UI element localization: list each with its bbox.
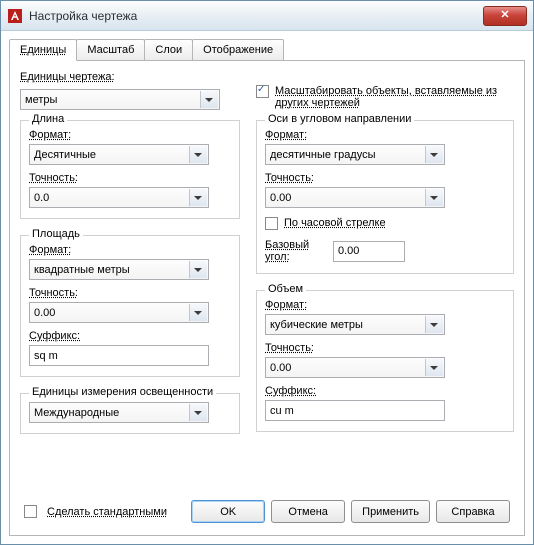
area-format-select[interactable]: квадратные метры <box>29 259 209 280</box>
angular-group: Оси в угловом направлении Формат: десяти… <box>256 120 514 274</box>
scale-on-insert-label: Масштабировать объекты, вставляемые из д… <box>275 85 497 109</box>
drawing-units-label: Единицы чертежа: <box>20 71 240 83</box>
angular-precision-label: Точность: <box>265 172 505 184</box>
area-group: Площадь Формат: квадратные метры Точност… <box>20 235 240 377</box>
length-format-select[interactable]: Десятичные <box>29 144 209 165</box>
tab-layers[interactable]: Слои <box>144 39 193 60</box>
apply-button[interactable]: Применить <box>351 500 430 523</box>
volume-suffix-input[interactable]: cu m <box>265 400 445 421</box>
length-format-label: Формат: <box>29 129 231 141</box>
make-default-checkbox[interactable] <box>24 505 37 518</box>
length-legend: Длина <box>29 113 67 125</box>
volume-group: Объем Формат: кубические метры Точность:… <box>256 290 514 432</box>
tabpage-units: Единицы чертежа: метры Масштабировать об… <box>9 61 525 536</box>
ok-button[interactable]: OK <box>191 500 265 523</box>
window-title: Настройка чертежа <box>29 9 483 23</box>
area-legend: Площадь <box>29 228 83 240</box>
area-precision-select[interactable]: 0.00 <box>29 302 209 323</box>
titlebar: Настройка чертежа ✕ <box>1 1 533 31</box>
volume-legend: Объем <box>265 283 306 295</box>
area-format-label: Формат: <box>29 244 231 256</box>
close-icon: ✕ <box>500 10 509 21</box>
area-suffix-label: Суффикс: <box>29 330 231 342</box>
angular-format-select[interactable]: десятичные градусы <box>265 144 445 165</box>
cancel-button[interactable]: Отмена <box>271 500 345 523</box>
close-button[interactable]: ✕ <box>483 6 527 26</box>
area-precision-label: Точность: <box>29 287 231 299</box>
base-angle-input[interactable]: 0.00 <box>333 241 405 262</box>
clockwise-label: По часовой стрелке <box>284 217 386 229</box>
scale-on-insert-checkbox[interactable] <box>256 85 269 98</box>
app-icon <box>7 8 23 24</box>
area-suffix-input[interactable]: sq m <box>29 345 209 366</box>
tab-display[interactable]: Отображение <box>192 39 284 60</box>
dialog-window: Настройка чертежа ✕ Единицы Масштаб Слои… <box>0 0 534 545</box>
volume-precision-label: Точность: <box>265 342 505 354</box>
length-precision-label: Точность: <box>29 172 231 184</box>
lighting-legend: Единицы измерения освещенности <box>29 386 216 398</box>
volume-format-select[interactable]: кубические метры <box>265 314 445 335</box>
tab-units[interactable]: Единицы <box>9 39 77 61</box>
volume-suffix-label: Суффикс: <box>265 385 505 397</box>
length-group: Длина Формат: Десятичные Точность: 0.0 <box>20 120 240 219</box>
client-area: Единицы Масштаб Слои Отображение Единицы… <box>1 31 533 544</box>
base-angle-label: Базовыйугол: <box>265 239 325 263</box>
clockwise-checkbox[interactable] <box>265 217 278 230</box>
help-button[interactable]: Справка <box>436 500 510 523</box>
angular-precision-select[interactable]: 0.00 <box>265 187 445 208</box>
drawing-units-select[interactable]: метры <box>20 89 220 110</box>
tabstrip: Единицы Масштаб Слои Отображение <box>9 39 525 61</box>
footer: Сделать стандартными OK Отмена Применить… <box>20 492 514 527</box>
lighting-group: Единицы измерения освещенности Междунаро… <box>20 393 240 434</box>
lighting-select[interactable]: Международные <box>29 402 209 423</box>
make-default-label: Сделать стандартными <box>47 506 167 518</box>
angular-format-label: Формат: <box>265 129 505 141</box>
volume-precision-select[interactable]: 0.00 <box>265 357 445 378</box>
angular-legend: Оси в угловом направлении <box>265 113 414 125</box>
volume-format-label: Формат: <box>265 299 505 311</box>
tab-scale[interactable]: Масштаб <box>76 39 145 60</box>
length-precision-select[interactable]: 0.0 <box>29 187 209 208</box>
